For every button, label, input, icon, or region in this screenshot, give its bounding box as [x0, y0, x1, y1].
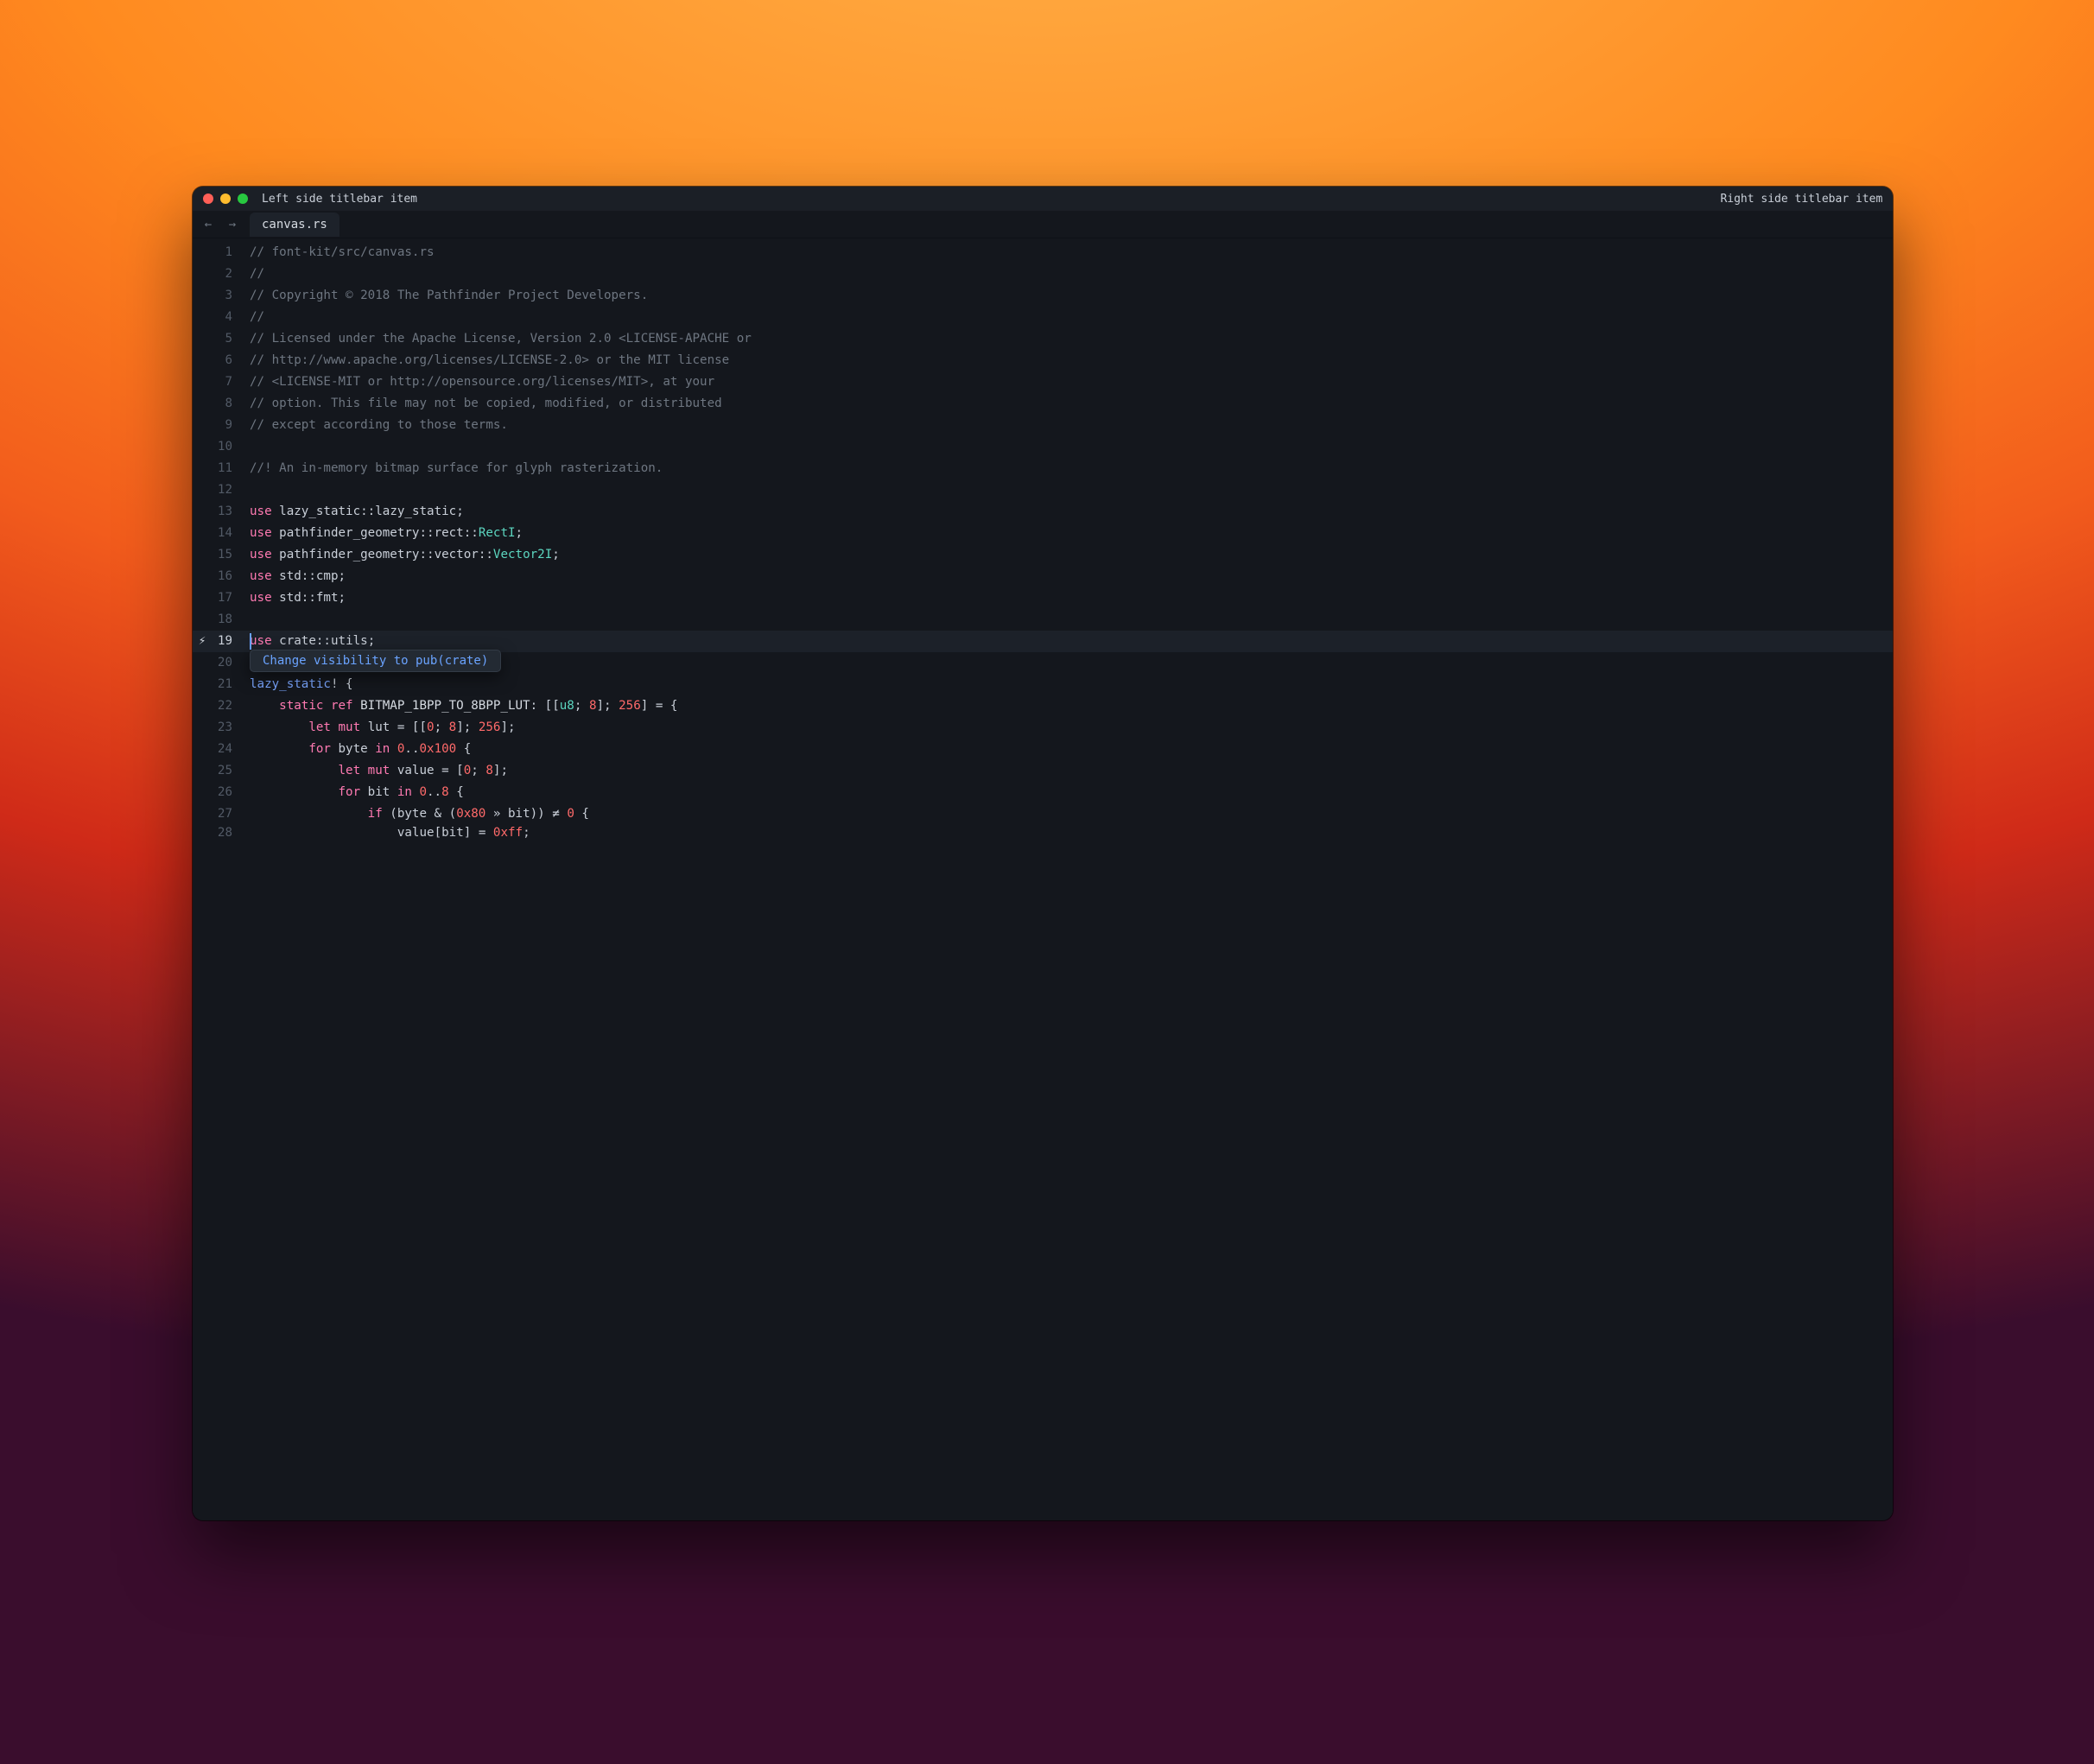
code-content[interactable]: use pathfinder_geometry::rect::RectI;: [241, 523, 523, 544]
minimize-button[interactable]: [220, 194, 231, 204]
line-number: 1: [212, 242, 241, 263]
line-number: 20: [212, 652, 241, 674]
line-number: 9: [212, 415, 241, 436]
line-number: 27: [212, 803, 241, 825]
code-line[interactable]: 28 value[bit] = 0xff;: [193, 825, 1893, 841]
line-number: 11: [212, 458, 241, 479]
code-content[interactable]: let mut value = [0; 8];: [241, 760, 508, 782]
tab-active[interactable]: canvas.rs: [250, 213, 339, 237]
line-number: 17: [212, 587, 241, 609]
code-line[interactable]: 25 let mut value = [0; 8];: [193, 760, 1893, 782]
code-line[interactable]: 6// http://www.apache.org/licenses/LICEN…: [193, 350, 1893, 371]
line-number: 6: [212, 350, 241, 371]
code-line[interactable]: 15use pathfinder_geometry::vector::Vecto…: [193, 544, 1893, 566]
code-content[interactable]: if (byte & (0x80 » bit)) ≠ 0 {: [241, 803, 589, 825]
code-content[interactable]: use lazy_static::lazy_static;: [241, 501, 464, 523]
code-content[interactable]: // Licensed under the Apache License, Ve…: [241, 328, 752, 350]
line-number: 2: [212, 263, 241, 285]
code-line[interactable]: 11//! An in-memory bitmap surface for gl…: [193, 458, 1893, 479]
code-content[interactable]: //! An in-memory bitmap surface for glyp…: [241, 458, 663, 479]
code-line[interactable]: 24 for byte in 0..0x100 {: [193, 739, 1893, 760]
editor-window: Left side titlebar item Right side title…: [193, 187, 1893, 1520]
code-line[interactable]: 10: [193, 436, 1893, 458]
code-content[interactable]: for byte in 0..0x100 {: [241, 739, 471, 760]
line-number: 24: [212, 739, 241, 760]
line-number: 5: [212, 328, 241, 350]
code-line[interactable]: 7// <LICENSE-MIT or http://opensource.or…: [193, 371, 1893, 393]
line-number: 21: [212, 674, 241, 695]
code-line[interactable]: 4//: [193, 307, 1893, 328]
code-line[interactable]: 17use std::fmt;: [193, 587, 1893, 609]
line-number: 15: [212, 544, 241, 566]
code-content[interactable]: // <LICENSE-MIT or http://opensource.org…: [241, 371, 714, 393]
line-number: 23: [212, 717, 241, 739]
code-line[interactable]: 9// except according to those terms.: [193, 415, 1893, 436]
code-content[interactable]: use pathfinder_geometry::vector::Vector2…: [241, 544, 560, 566]
code-content[interactable]: // except according to those terms.: [241, 415, 508, 436]
code-line[interactable]: 26 for bit in 0..8 {: [193, 782, 1893, 803]
code-line[interactable]: 3// Copyright © 2018 The Pathfinder Proj…: [193, 285, 1893, 307]
nav-back-button[interactable]: ←: [198, 214, 219, 235]
text-cursor: [250, 633, 251, 650]
code-content[interactable]: value[bit] = 0xff;: [241, 825, 530, 841]
code-line[interactable]: 21lazy_static! {: [193, 674, 1893, 695]
code-line[interactable]: 1// font-kit/src/canvas.rs: [193, 242, 1893, 263]
line-number: 18: [212, 609, 241, 631]
nav-forward-button[interactable]: →: [222, 214, 243, 235]
code-content[interactable]: static ref BITMAP_1BPP_TO_8BPP_LUT: [[u8…: [241, 695, 677, 717]
line-number: 3: [212, 285, 241, 307]
line-number: 22: [212, 695, 241, 717]
line-number: 7: [212, 371, 241, 393]
gutter-code-action-icon[interactable]: ⚡: [193, 631, 212, 652]
line-number: 10: [212, 436, 241, 458]
code-line[interactable]: 27 if (byte & (0x80 » bit)) ≠ 0 {: [193, 803, 1893, 825]
line-number: 4: [212, 307, 241, 328]
code-content[interactable]: let mut lut = [[0; 8]; 256];: [241, 717, 516, 739]
code-content[interactable]: use std::cmp;: [241, 566, 346, 587]
line-number: 26: [212, 782, 241, 803]
titlebar-right-text: Right side titlebar item: [1720, 193, 1882, 206]
code-content[interactable]: // http://www.apache.org/licenses/LICENS…: [241, 350, 729, 371]
code-line[interactable]: 23 let mut lut = [[0; 8]; 256];: [193, 717, 1893, 739]
line-number: 16: [212, 566, 241, 587]
code-content[interactable]: // option. This file may not be copied, …: [241, 393, 722, 415]
code-line[interactable]: 13use lazy_static::lazy_static;: [193, 501, 1893, 523]
code-line[interactable]: 18: [193, 609, 1893, 631]
line-number: 13: [212, 501, 241, 523]
code-content[interactable]: //: [241, 307, 264, 328]
code-content[interactable]: use std::fmt;: [241, 587, 346, 609]
maximize-button[interactable]: [238, 194, 248, 204]
code-content[interactable]: // font-kit/src/canvas.rs: [241, 242, 435, 263]
code-line[interactable]: 22 static ref BITMAP_1BPP_TO_8BPP_LUT: […: [193, 695, 1893, 717]
tab-bar: ← → canvas.rs: [193, 211, 1893, 238]
code-action-popup[interactable]: Change visibility to pub(crate): [250, 650, 501, 672]
code-editor[interactable]: 1// font-kit/src/canvas.rs2//3// Copyrig…: [193, 238, 1893, 1520]
code-content[interactable]: for bit in 0..8 {: [241, 782, 464, 803]
code-content[interactable]: // Copyright © 2018 The Pathfinder Proje…: [241, 285, 648, 307]
titlebar[interactable]: Left side titlebar item Right side title…: [193, 187, 1893, 211]
line-number: 14: [212, 523, 241, 544]
code-line[interactable]: 16use std::cmp;: [193, 566, 1893, 587]
code-content[interactable]: //: [241, 263, 264, 285]
titlebar-left-text: Left side titlebar item: [262, 193, 417, 206]
line-number: 28: [212, 825, 241, 841]
line-number: 8: [212, 393, 241, 415]
code-line[interactable]: 8// option. This file may not be copied,…: [193, 393, 1893, 415]
code-line[interactable]: 5// Licensed under the Apache License, V…: [193, 328, 1893, 350]
code-action-item[interactable]: Change visibility to pub(crate): [263, 654, 488, 668]
line-number: 12: [212, 479, 241, 501]
code-line[interactable]: 12: [193, 479, 1893, 501]
close-button[interactable]: [203, 194, 213, 204]
code-lines: 1// font-kit/src/canvas.rs2//3// Copyrig…: [193, 238, 1893, 1520]
code-content[interactable]: lazy_static! {: [241, 674, 353, 695]
traffic-lights: [203, 194, 248, 204]
code-line[interactable]: 14use pathfinder_geometry::rect::RectI;: [193, 523, 1893, 544]
line-number: 19: [212, 631, 241, 652]
code-line[interactable]: 2//: [193, 263, 1893, 285]
line-number: 25: [212, 760, 241, 782]
